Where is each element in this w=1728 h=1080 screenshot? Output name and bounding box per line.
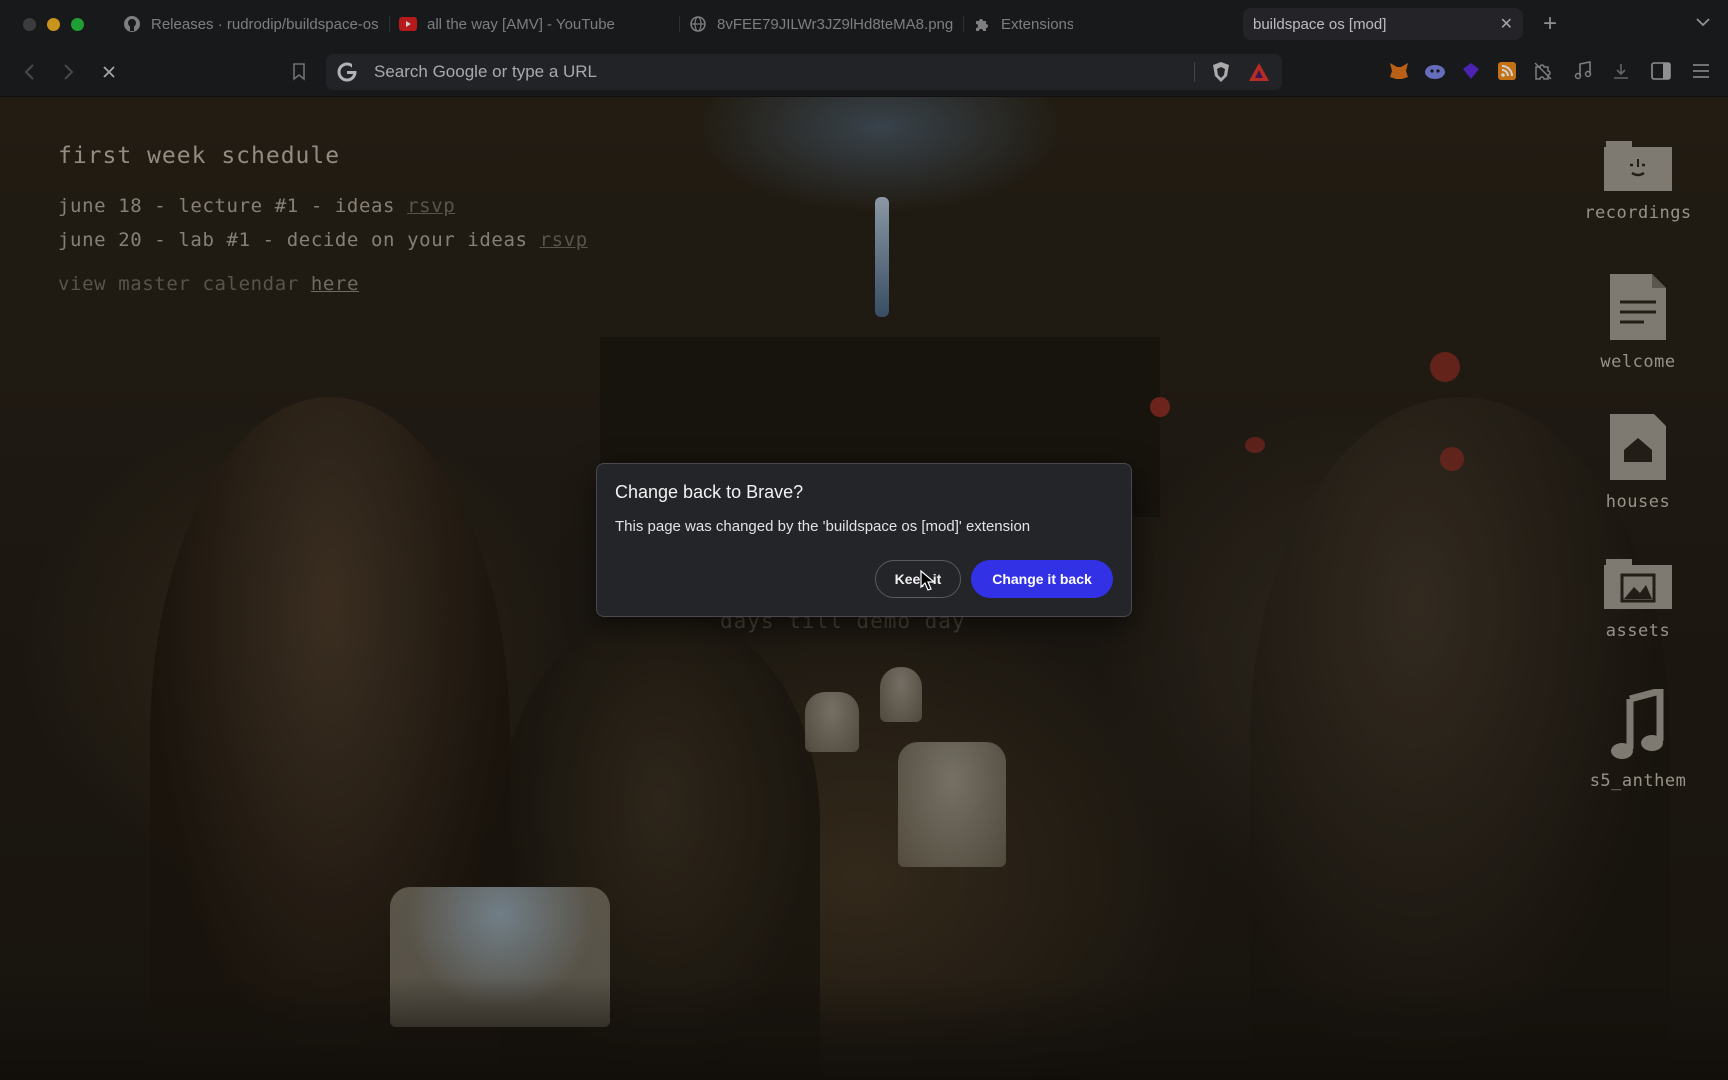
document-icon [1610, 274, 1666, 340]
event-row: june 18 - lecture #1 - ideas rsvp [58, 195, 588, 217]
tab-buildspace[interactable]: buildspace os [mod] ✕ [1243, 8, 1523, 40]
address-input[interactable] [372, 61, 1116, 83]
stop-loading-button[interactable] [98, 61, 120, 83]
media-music-icon[interactable] [1572, 60, 1594, 82]
window-minimize-button[interactable] [47, 17, 60, 31]
desktop-icon-recordings[interactable]: recordings [1570, 137, 1706, 223]
desktop-icon-welcome[interactable]: welcome [1570, 272, 1706, 372]
tab-title: Releases · rudrodip/buildspace-os [151, 15, 379, 33]
desktop-icon-s5-anthem[interactable]: s5_anthem [1570, 689, 1706, 791]
rss-icon[interactable] [1496, 60, 1518, 82]
tab-search-chevron-icon[interactable] [1696, 14, 1710, 32]
desktop-icon-label: houses [1605, 492, 1671, 512]
calendar-line: view master calendar here [58, 273, 588, 295]
google-icon [337, 62, 358, 82]
tab-extensions[interactable]: Extensions [963, 8, 1083, 40]
omnibox-divider [1194, 62, 1195, 82]
change-it-back-button[interactable]: Change it back [971, 560, 1113, 598]
desktop-icon-label: assets [1605, 621, 1671, 641]
image-folder-icon [1604, 559, 1672, 609]
back-button[interactable] [18, 61, 40, 83]
music-note-icon [1611, 689, 1664, 759]
tab-image[interactable]: 8vFEE79JILWr3JZ9lHd8teMA8.png [679, 8, 963, 40]
schedule-title: first week schedule [58, 143, 341, 169]
address-bar[interactable] [326, 54, 1282, 90]
dialog-title: Change back to Brave? [615, 482, 804, 502]
sidebar-toggle-icon[interactable] [1650, 60, 1672, 82]
rsvp-link[interactable]: rsvp [540, 229, 588, 251]
tab-close-icon[interactable]: ✕ [1500, 14, 1513, 34]
schedule-panel: first week schedule june 18 - lecture #1… [58, 143, 588, 295]
tab-title: buildspace os [mod] [1253, 15, 1387, 33]
extension-disabled-icon[interactable] [1532, 60, 1554, 82]
rsvp-link[interactable]: rsvp [407, 195, 455, 217]
window-controls [23, 17, 113, 31]
desktop-icon-houses[interactable]: houses [1570, 412, 1706, 512]
calendar-link[interactable]: here [311, 273, 359, 295]
extension-blob-icon[interactable] [1424, 60, 1446, 82]
dialog-message: This page was changed by the 'buildspace… [615, 518, 1031, 535]
tab-title: Extensions [1001, 15, 1073, 33]
globe-icon [689, 15, 707, 33]
desktop-icon-assets[interactable]: assets [1570, 555, 1706, 641]
metamask-icon[interactable] [1388, 60, 1410, 82]
desktop-icon-label: recordings [1584, 203, 1692, 223]
calendar-text: view master calendar [58, 273, 299, 295]
tab-releases[interactable]: Releases · rudrodip/buildspace-os [113, 8, 389, 40]
github-icon [123, 15, 141, 33]
youtube-icon [399, 15, 417, 33]
forward-button[interactable] [58, 61, 80, 83]
window-close-button[interactable] [23, 17, 36, 31]
toolbar [0, 48, 1728, 97]
desktop-icon-label: s5_anthem [1589, 771, 1687, 791]
brave-rewards-icon[interactable] [1248, 61, 1270, 83]
download-icon[interactable] [1610, 60, 1632, 82]
folder-icon [1604, 141, 1672, 191]
extension-gem-icon[interactable] [1460, 60, 1482, 82]
tab-youtube[interactable]: all the way [AMV] - YouTube [389, 8, 679, 40]
new-tab-button[interactable]: + [1543, 10, 1557, 38]
desktop-icon-label: welcome [1600, 352, 1676, 372]
mouse-cursor-icon [920, 570, 936, 591]
bookmark-button[interactable] [288, 61, 310, 83]
puzzle-icon [973, 15, 991, 33]
event-text: june 20 - lab #1 - decide on your ideas [58, 229, 528, 251]
tab-title: all the way [AMV] - YouTube [427, 15, 615, 33]
keep-it-button[interactable]: Keep it [875, 560, 961, 598]
event-row: june 20 - lab #1 - decide on your ideas … [58, 229, 588, 251]
event-text: june 18 - lecture #1 - ideas [58, 195, 396, 217]
tab-strip: Releases · rudrodip/buildspace-os all th… [0, 0, 1728, 48]
change-back-dialog: Change back to Brave? This page was chan… [596, 463, 1132, 617]
tab-title: 8vFEE79JILWr3JZ9lHd8teMA8.png [717, 15, 953, 33]
house-file-icon [1610, 414, 1666, 480]
window-maximize-button[interactable] [71, 17, 84, 31]
menu-icon[interactable] [1690, 60, 1712, 82]
brave-shields-icon[interactable] [1210, 61, 1232, 83]
